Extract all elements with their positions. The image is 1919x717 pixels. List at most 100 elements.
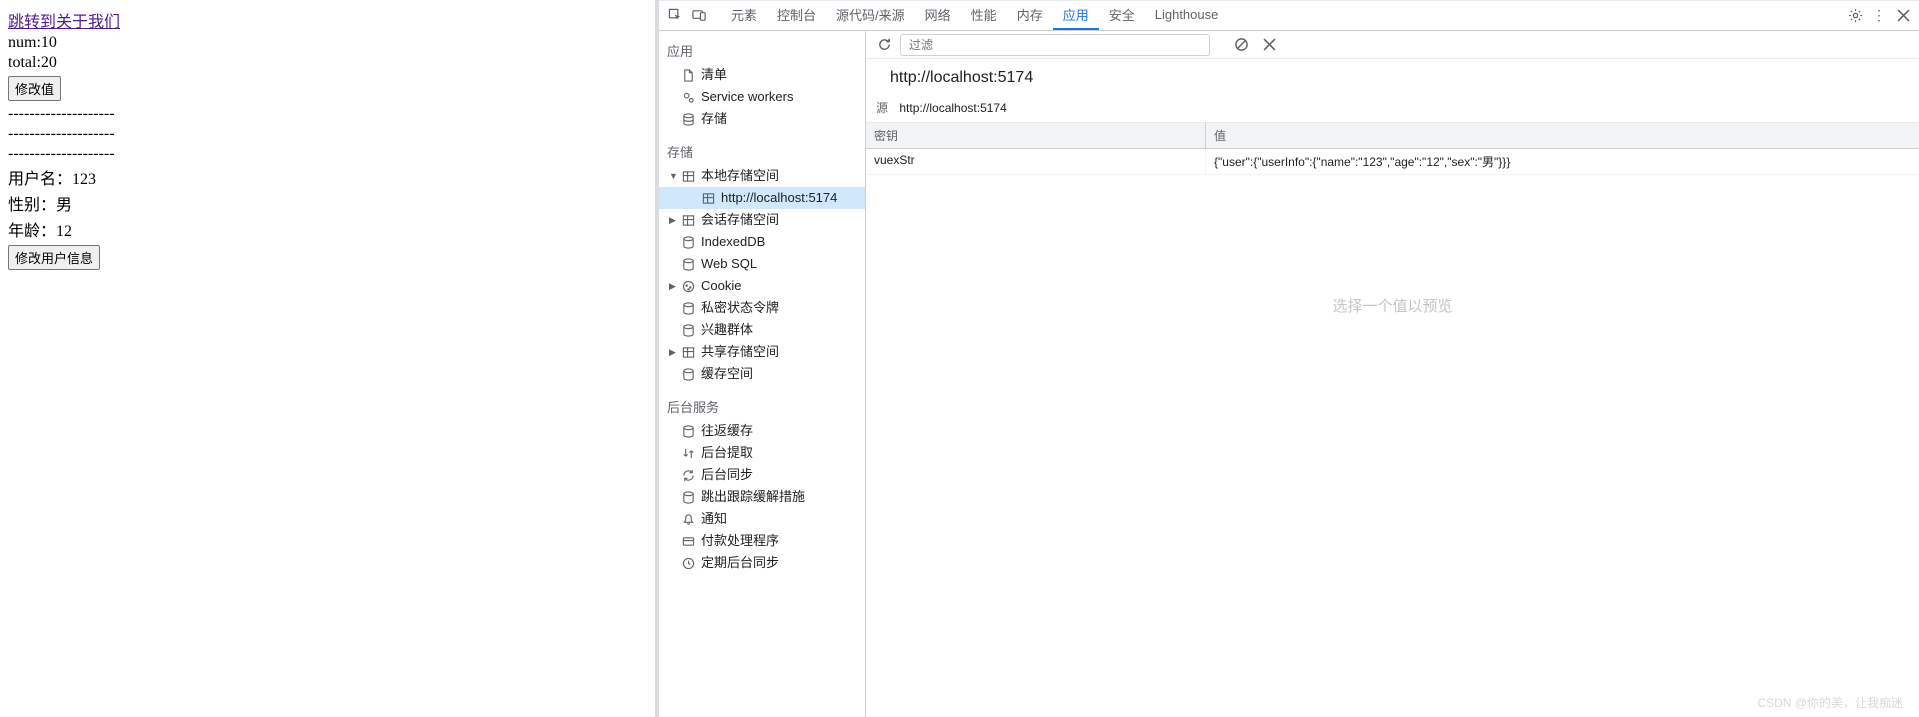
application-sidebar: 应用 清单 Service workers 存储 存储 ▼ 本地存储空间 http… <box>659 31 866 717</box>
sidebar-item-label: 后台提取 <box>701 444 753 462</box>
table-icon <box>681 345 695 359</box>
settings-icon[interactable] <box>1843 4 1867 28</box>
sidebar-item-label: http://localhost:5174 <box>721 189 837 207</box>
table-row[interactable]: vuexStr {"user":{"userInfo":{"name":"123… <box>866 149 1919 175</box>
tab-application[interactable]: 应用 <box>1053 1 1099 30</box>
tab-lighthouse[interactable]: Lighthouse <box>1145 1 1229 30</box>
kv-table-body: vuexStr {"user":{"userInfo":{"name":"123… <box>866 149 1919 717</box>
sidebar-item-label: Service workers <box>701 88 793 106</box>
tab-console[interactable]: 控制台 <box>767 1 826 30</box>
device-toggle-icon[interactable] <box>687 4 711 28</box>
devtools-tabbar: 元素 控制台 源代码/来源 网络 性能 内存 应用 安全 Lighthouse … <box>659 1 1919 31</box>
preview-placeholder: 选择一个值以预览 <box>866 175 1919 326</box>
sidebar-item-local-storage-origin[interactable]: http://localhost:5174 <box>659 187 865 209</box>
cell-value[interactable]: {"user":{"userInfo":{"name":"123","age":… <box>1206 149 1919 174</box>
sidebar-item-cookie[interactable]: Cookie <box>659 275 865 297</box>
sidebar-item-periodic[interactable]: 定期后台同步 <box>659 552 865 574</box>
database-icon <box>681 367 695 381</box>
group-background-services: 后台服务 <box>659 393 865 420</box>
sidebar-item-bgsync[interactable]: 后台同步 <box>659 464 865 486</box>
kv-table-header: 密钥 值 <box>866 123 1919 149</box>
sidebar-item-label: 本地存储空间 <box>701 167 779 185</box>
database-icon <box>681 301 695 315</box>
collapse-arrow-icon[interactable]: ▶ <box>669 215 676 226</box>
username-value: 123 <box>72 171 96 188</box>
filter-input[interactable] <box>900 34 1210 56</box>
source-row: 源 http://localhost:5174 <box>866 95 1919 123</box>
sidebar-item-indexeddb[interactable]: IndexedDB <box>659 231 865 253</box>
sidebar-item-service-workers[interactable]: Service workers <box>659 86 865 108</box>
bell-icon <box>681 512 695 526</box>
sidebar-item-label: 存储 <box>701 110 727 128</box>
age-line: 年龄：12 <box>8 217 647 241</box>
tab-elements[interactable]: 元素 <box>721 1 767 30</box>
group-storage: 存储 <box>659 138 865 165</box>
sidebar-item-label: 通知 <box>701 510 727 528</box>
delete-icon[interactable] <box>1258 34 1280 56</box>
sidebar-item-cache-storage[interactable]: 缓存空间 <box>659 363 865 385</box>
sidebar-item-label: Cookie <box>701 277 741 295</box>
inspect-icon[interactable] <box>663 4 687 28</box>
sidebar-item-private-token[interactable]: 私密状态令牌 <box>659 297 865 319</box>
divider-1: -------------------- <box>8 105 647 123</box>
close-devtools-icon[interactable] <box>1891 4 1915 28</box>
database-icon <box>681 323 695 337</box>
sidebar-item-payment[interactable]: 付款处理程序 <box>659 530 865 552</box>
sidebar-item-label: 后台同步 <box>701 466 753 484</box>
sidebar-item-bfcache[interactable]: 往返缓存 <box>659 420 865 442</box>
about-link[interactable]: 跳转到关于我们 <box>8 14 120 31</box>
sidebar-item-storage[interactable]: 存储 <box>659 108 865 130</box>
card-icon <box>681 534 695 548</box>
sidebar-item-label: 共享存储空间 <box>701 343 779 361</box>
sex-value: 男 <box>56 197 72 214</box>
sidebar-item-label: 缓存空间 <box>701 365 753 383</box>
divider-3: -------------------- <box>8 145 647 163</box>
more-icon[interactable]: ⋮ <box>1867 4 1891 28</box>
collapse-arrow-icon[interactable]: ▶ <box>669 281 676 292</box>
tab-memory[interactable]: 内存 <box>1007 1 1053 30</box>
sync-icon <box>681 468 695 482</box>
col-header-value[interactable]: 值 <box>1206 123 1919 148</box>
database-icon <box>681 235 695 249</box>
sidebar-item-local-storage[interactable]: 本地存储空间 <box>659 165 865 187</box>
tab-network[interactable]: 网络 <box>915 1 961 30</box>
collapse-arrow-icon[interactable]: ▶ <box>669 347 676 358</box>
sidebar-item-label: 清单 <box>701 66 727 84</box>
database-icon <box>681 490 695 504</box>
sidebar-item-session-storage[interactable]: 会话存储空间 <box>659 209 865 231</box>
swap-icon <box>681 446 695 460</box>
table-icon <box>701 191 715 205</box>
sidebar-item-label: IndexedDB <box>701 233 765 251</box>
num-label: num: <box>8 34 41 51</box>
detail-toolbar <box>866 31 1919 59</box>
expand-arrow-icon[interactable]: ▼ <box>669 171 678 181</box>
sidebar-item-label: 跳出跟踪缓解措施 <box>701 488 805 506</box>
source-label: 源 <box>876 101 888 115</box>
sidebar-item-interest-group[interactable]: 兴趣群体 <box>659 319 865 341</box>
sidebar-item-manifest[interactable]: 清单 <box>659 64 865 86</box>
clear-all-icon[interactable] <box>1230 34 1252 56</box>
sidebar-item-notification[interactable]: 通知 <box>659 508 865 530</box>
col-header-key[interactable]: 密钥 <box>866 123 1206 148</box>
num-line: num:10 <box>8 34 647 52</box>
refresh-icon[interactable] <box>874 35 894 55</box>
total-label: total: <box>8 54 41 71</box>
sidebar-item-bgfetch[interactable]: 后台提取 <box>659 442 865 464</box>
tab-performance[interactable]: 性能 <box>961 1 1007 30</box>
tab-sources[interactable]: 源代码/来源 <box>826 1 915 30</box>
devtools-pane: 元素 控制台 源代码/来源 网络 性能 内存 应用 安全 Lighthouse … <box>659 0 1919 717</box>
sidebar-item-shared-storage[interactable]: 共享存储空间 <box>659 341 865 363</box>
database-icon <box>681 424 695 438</box>
group-application: 应用 <box>659 37 865 64</box>
change-value-button[interactable]: 修改值 <box>8 76 61 101</box>
sidebar-item-websql[interactable]: Web SQL <box>659 253 865 275</box>
tab-security[interactable]: 安全 <box>1099 1 1145 30</box>
change-user-button[interactable]: 修改用户信息 <box>8 245 100 270</box>
cell-key[interactable]: vuexStr <box>866 149 1206 174</box>
username-line: 用户名：123 <box>8 165 647 189</box>
sidebar-item-label: Web SQL <box>701 255 757 273</box>
webpage-pane: 跳转到关于我们 num:10 total:20 修改值 ------------… <box>0 0 655 717</box>
sidebar-item-bounce[interactable]: 跳出跟踪缓解措施 <box>659 486 865 508</box>
clock-icon <box>681 556 695 570</box>
database-icon <box>681 257 695 271</box>
